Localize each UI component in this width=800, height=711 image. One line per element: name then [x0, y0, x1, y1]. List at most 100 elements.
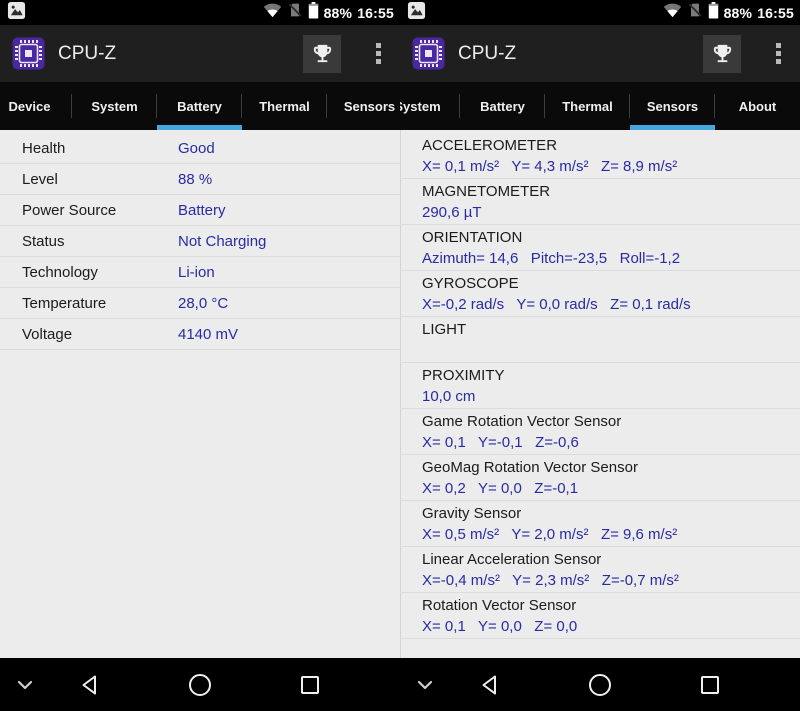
overflow-menu-icon[interactable]	[773, 39, 784, 68]
battery-row-power-source: Power Source Battery	[0, 195, 400, 226]
row-label: Health	[22, 139, 66, 157]
battery-row-technology: Technology Li-ion	[0, 257, 400, 288]
sensor-section-gravity: Gravity Sensor X= 0,5 m/s² Y= 2,0 m/s² Z…	[400, 501, 800, 547]
sensor-value: X=-0,2 rad/s Y= 0,0 rad/s Z= 0,1 rad/s	[422, 296, 691, 313]
wifi-icon	[263, 2, 282, 23]
navigation-bar	[400, 658, 800, 711]
sensor-section-orientation: ORIENTATION Azimuth= 14,6 Pitch=-23,5 Ro…	[400, 225, 800, 271]
sensor-value: X= 0,1 Y= 0,0 Z= 0,0	[422, 618, 578, 635]
sensor-name: LIGHT	[422, 321, 467, 338]
battery-row-level: Level 88 %	[0, 164, 400, 195]
sensor-section-gyroscope: GYROSCOPE X=-0,2 rad/s Y= 0,0 rad/s Z= 0…	[400, 271, 800, 317]
tab-battery[interactable]: Battery	[460, 82, 545, 130]
status-indicators: 88% 16:55	[263, 1, 396, 24]
sensor-section-accelerometer: ACCELEROMETER X= 0,1 m/s² Y= 4,3 m/s² Z=…	[400, 133, 800, 179]
battery-icon	[308, 1, 319, 24]
app-bar: CPU-Z	[400, 25, 800, 82]
tab-device[interactable]: Device	[0, 82, 72, 130]
battery-info-list: Health Good Level 88 % Power Source Batt…	[0, 130, 400, 658]
row-value: 28,0 °C	[178, 294, 229, 312]
sensor-section-game-rotation-vector: Game Rotation Vector Sensor X= 0,1 Y=-0,…	[400, 409, 800, 455]
tab-sensors[interactable]: Sensors	[630, 82, 715, 130]
battery-icon	[708, 1, 719, 24]
tab-thermal[interactable]: Thermal	[545, 82, 630, 130]
tab-strip: Device System Battery Thermal Sensors	[0, 82, 400, 130]
tab-thermal[interactable]: Thermal	[242, 82, 327, 130]
sensor-section-magnetometer: MAGNETOMETER 290,6 µT	[400, 179, 800, 225]
navigation-bar	[0, 658, 400, 711]
overflow-menu-icon[interactable]	[373, 39, 384, 68]
row-value: 88 %	[178, 170, 213, 188]
sensor-section-proximity: PROXIMITY 10,0 cm	[400, 363, 800, 409]
tab-bar: Device System Battery Thermal Sensors	[0, 82, 400, 130]
sensor-name: Game Rotation Vector Sensor	[422, 413, 622, 430]
battery-percent: 88%	[723, 4, 753, 21]
row-value: Li-ion	[178, 263, 215, 281]
sensor-value: X=-0,4 m/s² Y= 2,3 m/s² Z=-0,7 m/s²	[422, 572, 679, 589]
tab-about[interactable]: About	[715, 82, 800, 130]
back-icon[interactable]	[480, 674, 499, 701]
row-label: Power Source	[22, 201, 117, 219]
battery-row-voltage: Voltage 4140 mV	[0, 319, 400, 350]
battery-row-temperature: Temperature 28,0 °C	[0, 288, 400, 319]
sensor-name: ORIENTATION	[422, 229, 523, 246]
sensor-name: Linear Acceleration Sensor	[422, 551, 602, 568]
sensor-value: 290,6 µT	[422, 204, 482, 221]
app-title: CPU-Z	[58, 42, 117, 64]
sensor-name: GYROSCOPE	[422, 275, 519, 292]
tab-battery[interactable]: Battery	[157, 82, 242, 130]
row-value: Good	[178, 139, 215, 157]
sensor-name: ACCELEROMETER	[422, 137, 558, 154]
row-label: Level	[22, 170, 58, 188]
sensor-section-geomag-rotation-vector: GeoMag Rotation Vector Sensor X= 0,2 Y= …	[400, 455, 800, 501]
battery-row-health: Health Good	[0, 133, 400, 164]
chevron-down-icon[interactable]	[16, 678, 34, 696]
row-label: Technology	[22, 263, 98, 281]
recents-icon[interactable]	[700, 675, 720, 700]
screenshot-icon	[407, 1, 426, 25]
tab-system[interactable]: System	[400, 82, 460, 130]
trophy-button[interactable]	[303, 34, 341, 73]
back-icon[interactable]	[80, 674, 99, 701]
sensor-name: GeoMag Rotation Vector Sensor	[422, 459, 638, 476]
row-label: Temperature	[22, 294, 107, 312]
sensors-list: ACCELEROMETER X= 0,1 m/s² Y= 4,3 m/s² Z=…	[400, 130, 800, 658]
app-bar: CPU-Z	[0, 25, 400, 82]
home-icon[interactable]	[188, 673, 212, 702]
sensor-name: Rotation Vector Sensor	[422, 597, 577, 614]
row-value: Battery	[178, 201, 226, 219]
dual-screenshot: 88% 16:55 CPU-Z Device System Battery Th…	[0, 0, 800, 711]
battery-row-status: Status Not Charging	[0, 226, 400, 257]
screenshot-icon	[7, 1, 26, 25]
sensor-section-linear-acceleration: Linear Acceleration Sensor X=-0,4 m/s² Y…	[400, 547, 800, 593]
tab-strip: System Battery Thermal Sensors About	[400, 82, 800, 130]
battery-percent: 88%	[323, 4, 353, 21]
status-bar: 88% 16:55	[400, 0, 800, 25]
no-sim-icon	[687, 2, 703, 23]
tab-bar: System Battery Thermal Sensors About	[400, 82, 800, 130]
sensor-section-rotation-vector: Rotation Vector Sensor X= 0,1 Y= 0,0 Z= …	[400, 593, 800, 639]
tab-sensors[interactable]: Sensors	[327, 82, 400, 130]
status-bar: 88% 16:55	[0, 0, 400, 25]
tab-system[interactable]: System	[72, 82, 157, 130]
sensor-name: PROXIMITY	[422, 367, 505, 384]
recents-icon[interactable]	[300, 675, 320, 700]
sensor-name: MAGNETOMETER	[422, 183, 551, 200]
no-sim-icon	[287, 2, 303, 23]
trophy-icon	[313, 44, 331, 63]
chevron-down-icon[interactable]	[416, 678, 434, 696]
home-icon[interactable]	[588, 673, 612, 702]
trophy-icon	[713, 44, 731, 63]
cpu-chip-icon	[412, 37, 445, 70]
app-title: CPU-Z	[458, 42, 517, 64]
phone-screen-battery: 88% 16:55 CPU-Z Device System Battery Th…	[0, 0, 400, 711]
sensor-section-light: LIGHT	[400, 317, 800, 363]
clock: 16:55	[357, 4, 394, 21]
sensor-value: Azimuth= 14,6 Pitch=-23,5 Roll=-1,2	[422, 250, 681, 267]
sensor-value: 10,0 cm	[422, 388, 476, 405]
row-value: Not Charging	[178, 232, 267, 250]
status-indicators: 88% 16:55	[663, 1, 796, 24]
trophy-button[interactable]	[703, 34, 741, 73]
row-label: Voltage	[22, 325, 73, 343]
sensor-value	[422, 340, 790, 361]
